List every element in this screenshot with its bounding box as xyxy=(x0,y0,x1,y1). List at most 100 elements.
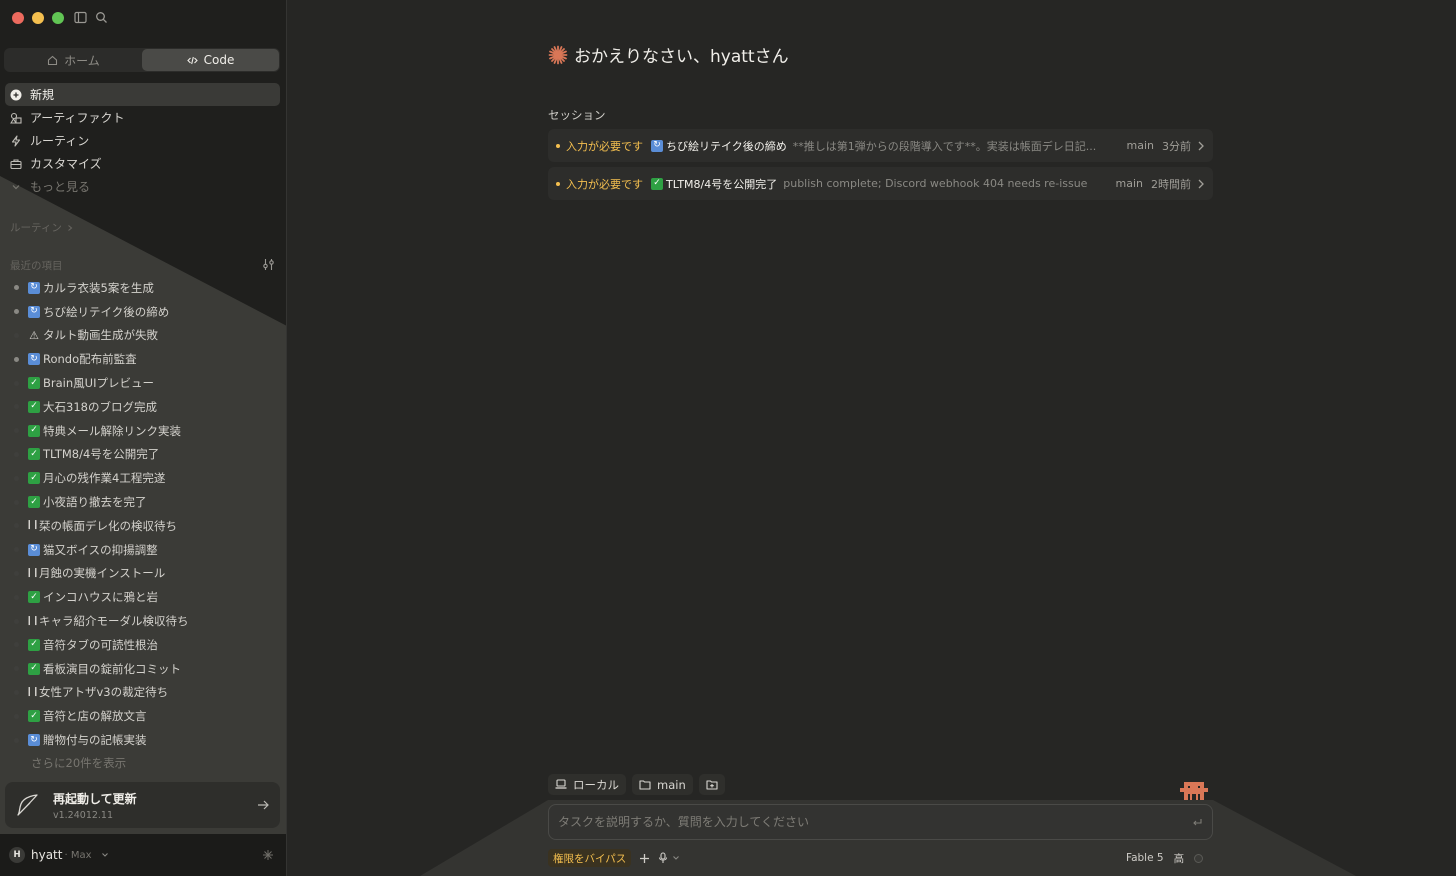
search-icon[interactable] xyxy=(95,11,108,24)
recent-section-label: 最近の項目 xyxy=(10,260,63,272)
update-version: v1.24012.11 xyxy=(53,809,114,821)
enter-icon[interactable] xyxy=(1192,817,1203,828)
task-input[interactable] xyxy=(558,815,1192,829)
recent-item[interactable]: ✓ Brain風UIプレビュー xyxy=(8,371,280,395)
cycle-icon: ↻ xyxy=(28,543,40,556)
recent-item[interactable]: ✓ TLTM8/4号を公開完了 xyxy=(8,443,280,467)
cycle-icon: ↻ xyxy=(651,139,663,152)
home-mode-button[interactable]: ホーム xyxy=(5,49,142,71)
session-list: 入力が必要です ↻ ちび絵リテイク後の締め **推しは第1弾からの段階導入です*… xyxy=(548,129,1213,205)
minimize-window-button[interactable] xyxy=(32,12,44,24)
recent-item[interactable]: ✓ インコハウスに鴉と岩 xyxy=(8,585,280,609)
chevron-down-icon xyxy=(12,184,20,189)
recent-item[interactable]: ❙❙ 女性アトザv3の裁定待ち xyxy=(8,681,280,705)
nav-artifacts[interactable]: アーティファクト xyxy=(5,106,280,129)
update-card[interactable]: 再起動して更新 v1.24012.11 xyxy=(5,782,280,828)
recent-item[interactable]: ✓ 看板演目の錠前化コミット xyxy=(8,657,280,681)
recent-item-label: 月蝕の実機インストール xyxy=(39,566,166,581)
check-icon: ✓ xyxy=(28,400,40,413)
recent-item-label: 大石318のブログ完成 xyxy=(43,399,157,414)
nav-more[interactable]: もっと見る xyxy=(5,175,280,198)
sparkle-icon[interactable] xyxy=(262,849,274,861)
plus-icon[interactable] xyxy=(639,853,650,864)
recent-item[interactable]: ✓ 月心の残作業4工程完遂 xyxy=(8,466,280,490)
local-chip[interactable]: ローカル xyxy=(548,774,626,795)
recent-item[interactable]: ❙❙ 月蝕の実機インストール xyxy=(8,562,280,586)
recent-item-dot xyxy=(14,523,19,529)
sidebar-top-icons xyxy=(74,11,108,24)
recent-item-dot xyxy=(14,499,19,505)
recent-item[interactable]: ↻ 猫又ボイスの抑揚調整 xyxy=(8,538,280,562)
recent-item-label: 女性アトザv3の裁定待ち xyxy=(39,685,169,700)
main-area: おかえりなさい、hyattさん セッション 入力が必要です ↻ ちび絵リテイク後… xyxy=(288,0,1456,876)
nav-routines[interactable]: ルーティン xyxy=(5,129,280,152)
recent-item[interactable]: ✓ 大石318のブログ完成 xyxy=(8,395,280,419)
chevron-right-icon xyxy=(68,224,73,231)
environment-chips: ローカル main xyxy=(548,774,725,795)
recent-item[interactable]: ✓ 音符タブの可読性根治 xyxy=(8,633,280,657)
model-selector[interactable]: Fable 5 xyxy=(1126,852,1164,864)
session-time: 3分前 xyxy=(1162,139,1191,153)
show-more-recent-link[interactable]: さらに20件を表示 xyxy=(8,752,280,774)
nav-new[interactable]: 新規 xyxy=(5,83,280,106)
nav-customize[interactable]: カスタマイズ xyxy=(5,152,280,175)
chevron-right-icon xyxy=(1198,179,1204,188)
input-toolbar-left: 権限をバイパス xyxy=(548,849,680,867)
recent-item-dot xyxy=(14,380,19,386)
add-folder-chip[interactable] xyxy=(698,774,725,795)
branch-chip[interactable]: main xyxy=(632,774,693,795)
recent-item-dot xyxy=(14,451,19,457)
recent-item-dot xyxy=(14,547,19,553)
recent-item[interactable]: ↻ 贈物付与の記帳実装 xyxy=(8,728,280,752)
session-row[interactable]: 入力が必要です ↻ ちび絵リテイク後の締め **推しは第1弾からの段階導入です*… xyxy=(548,129,1213,162)
recent-item[interactable]: ↻ Rondo配布前監査 xyxy=(8,347,280,371)
code-mode-button[interactable]: Code xyxy=(142,49,279,71)
recent-item-dot xyxy=(14,594,19,600)
recent-item[interactable]: ❙❙ 栞の帳面デレ化の検収待ち xyxy=(8,514,280,538)
sparkle-logo-icon xyxy=(548,45,568,64)
recent-item[interactable]: ✓ 小夜語り撤去を完了 xyxy=(8,490,280,514)
cycle-icon: ↻ xyxy=(28,281,40,294)
user-name: hyatt xyxy=(31,848,63,862)
greeting: おかえりなさい、hyattさん xyxy=(548,42,789,67)
recent-item-dot xyxy=(14,404,19,410)
session-row[interactable]: 入力が必要です ✓ TLTM8/4号を公開完了 publish complete… xyxy=(548,167,1213,200)
nav-new-label: 新規 xyxy=(30,88,55,102)
effort-indicator xyxy=(1194,853,1204,863)
check-icon: ✓ xyxy=(651,177,663,190)
user-bar[interactable]: H hyatt · Max xyxy=(0,834,286,876)
recent-item[interactable]: ✓ 特典メール解除リンク実装 xyxy=(8,419,280,443)
session-description: **推しは第1弾からの段階導入です**。実装は帳面デレ日記... xyxy=(792,139,1097,153)
recent-item-label: ちび絵リテイク後の締め xyxy=(43,304,170,319)
nav-artifacts-label: アーティファクト xyxy=(30,111,125,125)
pause-icon: ❙❙ xyxy=(25,567,39,578)
home-mode-label: ホーム xyxy=(64,53,100,68)
recent-item[interactable]: ↻ ちび絵リテイク後の締め xyxy=(8,300,280,324)
maximize-window-button[interactable] xyxy=(52,12,64,24)
bypass-permissions-button[interactable]: 権限をバイパス xyxy=(548,849,632,867)
laptop-icon xyxy=(555,779,567,789)
update-title: 再起動して更新 xyxy=(53,791,137,806)
mascot-icon xyxy=(1180,782,1208,800)
nav-more-label: もっと見る xyxy=(30,180,91,194)
task-input-box[interactable] xyxy=(548,804,1213,840)
routines-section-header[interactable]: ルーティン xyxy=(10,220,74,235)
close-window-button[interactable] xyxy=(12,12,24,24)
recent-item-dot xyxy=(14,666,19,672)
input-toolbar-right: Fable 5 高 xyxy=(1126,849,1204,867)
session-title: TLTM8/4号を公開完了 xyxy=(666,177,778,191)
sidebar-toggle-icon[interactable] xyxy=(74,11,87,24)
status-dot xyxy=(556,143,560,148)
voice-button[interactable] xyxy=(658,852,680,864)
recent-item[interactable]: ↻ カルラ衣装5案を生成 xyxy=(8,276,280,300)
check-icon: ✓ xyxy=(28,591,40,604)
recent-item[interactable]: ❙❙ キャラ紹介モーダル検収待ち xyxy=(8,609,280,633)
recent-item-dot xyxy=(14,475,19,481)
recent-item[interactable]: ✓ 音符と店の解放文言 xyxy=(8,704,280,728)
recent-item-label: 月心の残作業4工程完遂 xyxy=(43,471,166,486)
check-icon: ✓ xyxy=(28,496,40,509)
cycle-icon: ↻ xyxy=(28,305,40,318)
effort-selector[interactable]: 高 xyxy=(1174,851,1185,866)
recent-item[interactable]: ⚠ タルト動画生成が失敗 xyxy=(8,324,280,348)
filter-icon[interactable] xyxy=(262,258,275,271)
